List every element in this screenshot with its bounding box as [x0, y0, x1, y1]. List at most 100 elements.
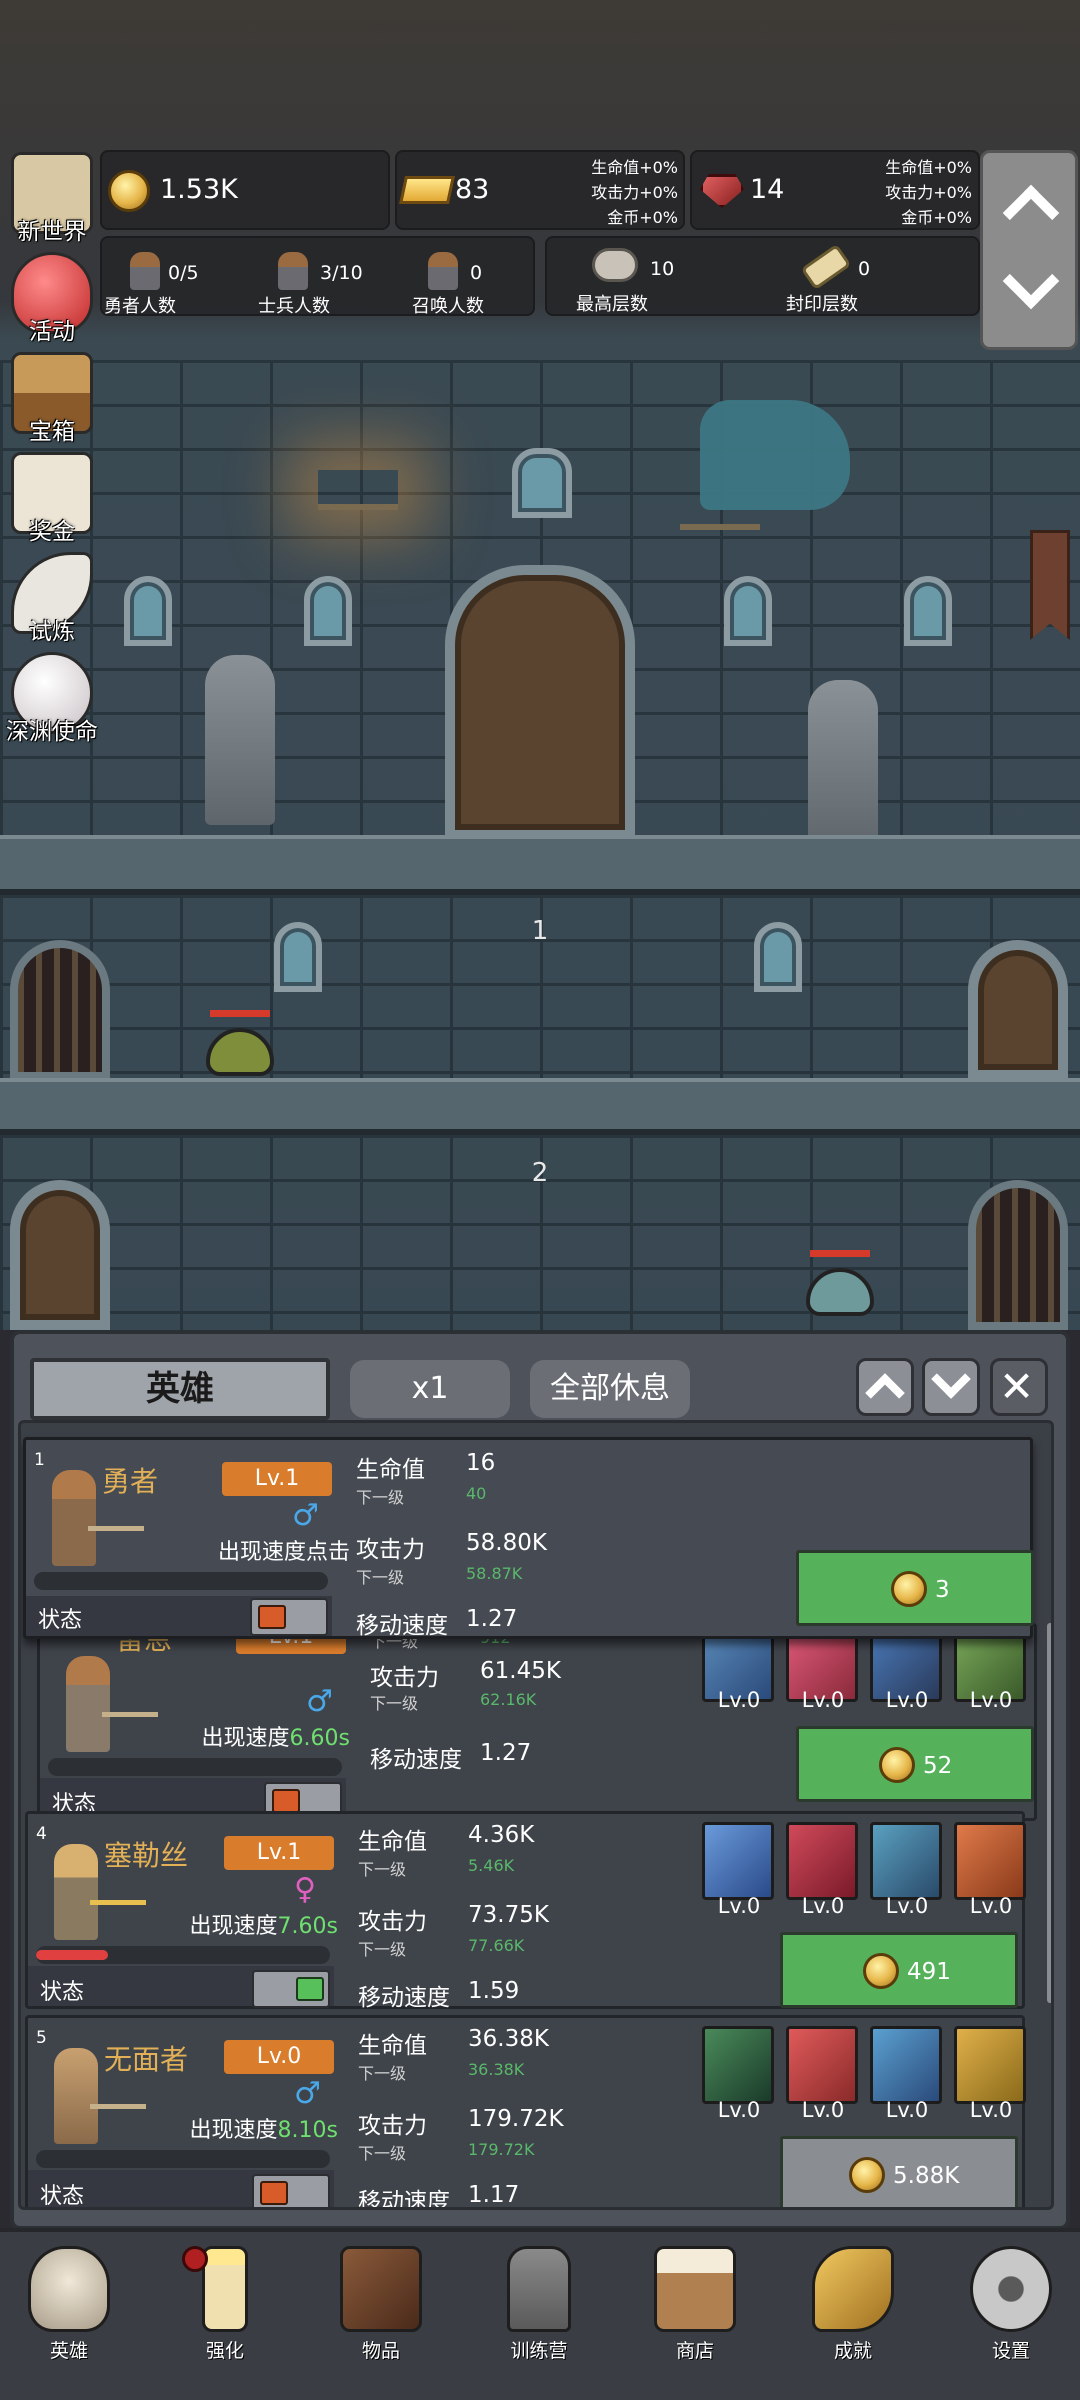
hero-state-toggle[interactable] [252, 1970, 330, 2008]
hero-portrait [66, 1656, 110, 1752]
list-scrollbar[interactable] [1047, 1623, 1051, 2003]
hero-state-toggle[interactable] [252, 2174, 330, 2207]
close-icon: ✕ [999, 1362, 1035, 1411]
staff-icon [90, 1900, 146, 1905]
nav-label: 设置 [991, 2340, 1030, 2362]
attack-next-value: 62.16K [480, 1690, 537, 1709]
hero-portrait [54, 2048, 98, 2144]
book-icon [340, 2246, 422, 2332]
sword-icon [102, 1712, 158, 1717]
helmet-skill-icon[interactable] [954, 2026, 1026, 2104]
hp-value: 4.36K [468, 1822, 535, 1848]
side-chest-button[interactable]: 宝箱 [0, 352, 104, 446]
knight-statue [808, 680, 878, 850]
max-floor-label: 最高层数 [576, 294, 648, 315]
hp-next-value: 40 [466, 1484, 487, 1503]
greaves-skill-icon[interactable] [870, 1822, 942, 1900]
move-speed-value: 1.59 [468, 1978, 520, 2004]
nav-label: 英雄 [49, 2340, 88, 2362]
chevron-up-icon [865, 1373, 905, 1413]
stone-floor-icon [592, 248, 638, 282]
nav-training[interactable]: 训练营 [484, 2246, 594, 2363]
skill-level: Lv.0 [885, 1894, 929, 1918]
hero-card[interactable]: 雷恩 Lv.1 ♂ 出现速度6.60s 状态 下一级 912 攻击力 61.45… [37, 1620, 1037, 1821]
atk-bonus-text: 攻击力+0% [885, 183, 972, 202]
spawn-speed: 出现速度7.60s [190, 1908, 338, 1940]
panel-up-button[interactable] [856, 1358, 914, 1416]
scroll-floors-button[interactable] [980, 150, 1078, 350]
attack-label: 攻击力 [370, 1665, 439, 1691]
flame-skill-icon[interactable] [954, 1822, 1026, 1900]
side-bonus-button[interactable]: 奖金 [0, 452, 104, 546]
gold-coin-icon [863, 1953, 899, 1989]
hero-card-selected[interactable]: 1 勇者 Lv.1 ♂ 出现速度点击 状态 生命值 16 下一级 40 攻击力 … [23, 1437, 1034, 1639]
upgrade-button[interactable]: 3 [796, 1550, 1034, 1626]
bottom-nav: 英雄 强化 物品 训练营 商店 成就 设置 [0, 2228, 1080, 2400]
hero-level-badge: Lv.1 [222, 1462, 332, 1496]
fang-skill-icon[interactable] [786, 1822, 858, 1900]
move-speed-label: 移动速度 [370, 1747, 462, 1773]
summon-count: 0 [470, 262, 483, 284]
side-label: 奖金 [29, 519, 75, 545]
nav-label: 商店 [675, 2340, 714, 2362]
star-shield-skill-icon[interactable] [702, 1822, 774, 1900]
floor-number: 2 [531, 1158, 549, 1188]
boots-skill-icon[interactable] [870, 2026, 942, 2104]
upgrade-button[interactable]: 5.88K [780, 2136, 1018, 2207]
hero-card[interactable]: 5 无面者 Lv.0 ♂ 出现速度8.10s 状态 生命值 36.38K 下一级… [25, 2015, 1026, 2209]
chevron-up-icon[interactable] [1002, 184, 1060, 242]
panel-down-button[interactable] [922, 1358, 980, 1416]
hp-bonus-text: 生命值+0% [591, 158, 678, 177]
female-icon: ♀ [294, 1872, 316, 1907]
notification-dot [182, 2246, 208, 2272]
blade-skill-icon[interactable] [786, 2026, 858, 2104]
sword-icon [90, 2104, 146, 2109]
side-label: 活动 [29, 319, 75, 345]
side-label: 宝箱 [29, 419, 75, 445]
toggle-knob [296, 1977, 324, 2001]
castle-window [754, 922, 802, 992]
hero-level-badge: Lv.1 [224, 1836, 334, 1870]
nav-settings[interactable]: 设置 [956, 2246, 1066, 2363]
nav-label: 训练营 [510, 2340, 568, 2362]
summon-count-icon [428, 252, 458, 290]
upgrade-button[interactable]: 491 [780, 1932, 1018, 2008]
spawn-speed-label: 出现速度点击 [217, 1540, 350, 1565]
hp-label: 生命值 [358, 1829, 427, 1855]
portcullis-gate [968, 1180, 1068, 1330]
side-door [10, 1180, 110, 1330]
next-level-label: 下一级 [356, 1488, 405, 1507]
side-trial-button[interactable]: 试炼 [0, 552, 104, 646]
hero-index: 5 [36, 2028, 47, 2048]
move-speed-value: 1.17 [468, 2182, 520, 2208]
hero-state-toggle[interactable] [250, 1598, 328, 1636]
hero-list[interactable]: 雷恩 Lv.1 ♂ 出现速度6.60s 状态 下一级 912 攻击力 61.45… [18, 1420, 1054, 2210]
state-label: 状态 [40, 2184, 85, 2209]
toggle-knob [272, 1789, 300, 1813]
move-speed-label: 移动速度 [358, 1985, 450, 2011]
nav-heroes[interactable]: 英雄 [14, 2246, 124, 2363]
hp-bonus-text: 生命值+0% [885, 158, 972, 177]
panel-close-button[interactable]: ✕ [990, 1358, 1048, 1416]
rest-all-button[interactable]: 全部休息 [530, 1360, 690, 1418]
side-abyss-button[interactable]: 深渊使命 [0, 652, 104, 746]
nav-achievements[interactable]: 成就 [798, 2246, 908, 2363]
spawn-speed: 出现速度点击 [218, 1534, 350, 1566]
attack-value: 61.45K [480, 1658, 561, 1684]
attack-label: 攻击力 [356, 1537, 425, 1563]
side-event-button[interactable]: 活动 [0, 252, 104, 346]
nav-items[interactable]: 物品 [326, 2246, 436, 2363]
hero-index: 4 [36, 1824, 47, 1844]
upgrade-button[interactable]: 52 [796, 1726, 1034, 1802]
gem-bonus: 生命值+0% 攻击力+0% 金币+0% [854, 155, 972, 230]
side-new-world-button[interactable]: 新世界 [0, 152, 104, 246]
multiplier-button[interactable]: x1 [350, 1360, 510, 1418]
spawn-speed: 出现速度8.10s [190, 2112, 338, 2144]
sword-skill-icon[interactable] [702, 2026, 774, 2104]
hero-card[interactable]: 4 塞勒丝 Lv.1 ♀ 出现速度7.60s 状态 生命值 4.36K 下一级 … [25, 1811, 1026, 2011]
lit-chandelier [318, 470, 398, 510]
beer-mug-icon [654, 2246, 736, 2332]
nav-shop[interactable]: 商店 [640, 2246, 750, 2363]
chevron-down-icon[interactable] [1002, 252, 1060, 310]
soldier-count-icon [278, 252, 308, 290]
